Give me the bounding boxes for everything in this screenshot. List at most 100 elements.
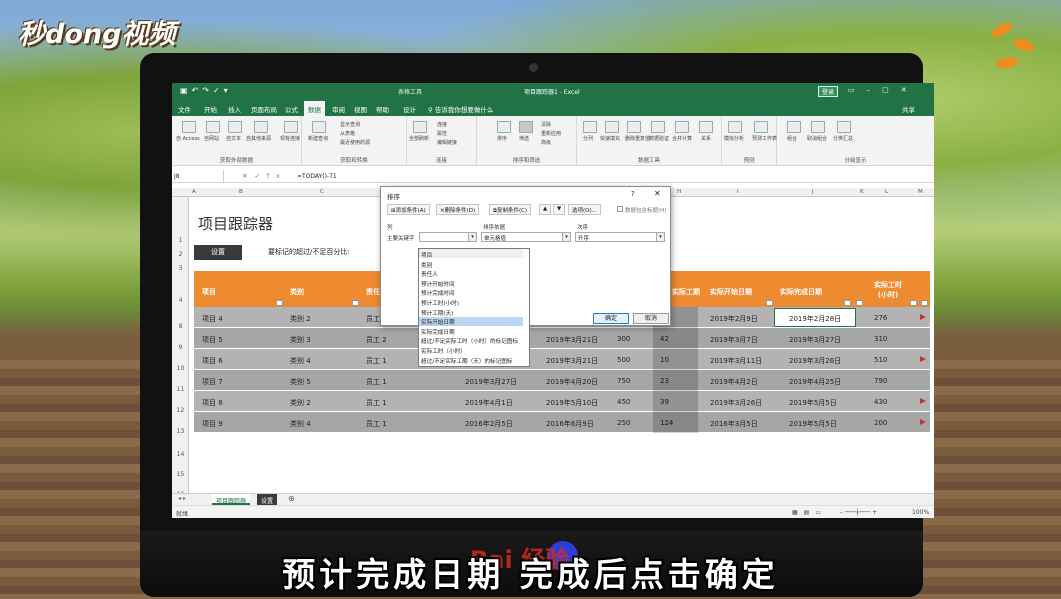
move-down-icon[interactable]: ▼: [553, 204, 566, 215]
cell-pend[interactable]: 2019年3月21日: [546, 356, 598, 366]
dropdown-option[interactable]: 预计工时(小时): [419, 298, 523, 307]
col-header[interactable]: H: [677, 189, 681, 195]
col-header[interactable]: B: [239, 189, 243, 195]
col-header[interactable]: M: [918, 189, 923, 195]
access-icon[interactable]: [182, 121, 196, 133]
cell-aend[interactable]: 2019年2月28日: [789, 314, 841, 324]
table-row[interactable]: 项目 7 类别 5 员工 1 2019年3月27日 2019年4月20日 750 23 201…: [194, 370, 930, 391]
cell-pstart[interactable]: 2019年3月27日: [465, 377, 517, 387]
view-buttons[interactable]: ▦▤▭: [792, 509, 827, 516]
tab-file[interactable]: 文件: [178, 104, 191, 114]
subtotal-icon[interactable]: [837, 121, 851, 133]
cell-hours[interactable]: 250: [617, 419, 630, 427]
refresh-all-icon[interactable]: [413, 121, 427, 133]
close-icon[interactable]: ✕: [654, 189, 661, 198]
dropdown-option[interactable]: 实际开始日期: [419, 317, 523, 327]
cell-ahours[interactable]: 790: [874, 377, 887, 385]
formula-input[interactable]: =TODAY()-71: [297, 173, 337, 180]
cell-owner[interactable]: 员工 1: [366, 356, 387, 366]
what-if-icon[interactable]: [728, 121, 742, 133]
cell-aend[interactable]: 2019年5月5日: [789, 419, 837, 429]
remove-duplicates-icon[interactable]: [627, 121, 641, 133]
add-level-button[interactable]: ⊞添加条件(A): [387, 204, 430, 215]
order-select[interactable]: 升序 ▾: [575, 232, 665, 242]
share-button[interactable]: 共享: [902, 104, 915, 114]
col-header[interactable]: A: [192, 189, 196, 195]
table-row[interactable]: 项目 5类别 3员工 22019年3月1日2019年3月21日300422019…: [194, 328, 930, 349]
cancel-button[interactable]: 取消: [633, 313, 669, 324]
cell-project[interactable]: 项目 4: [202, 314, 223, 324]
column-select[interactable]: ▾: [419, 232, 477, 242]
col-header[interactable]: J: [812, 189, 814, 195]
dropdown-option[interactable]: 预计完成时间: [419, 288, 523, 297]
cell-category[interactable]: 类别 4: [290, 419, 311, 429]
from-table-button[interactable]: 从表格: [340, 130, 355, 137]
cell-category[interactable]: 类别 4: [290, 356, 311, 366]
table-row[interactable]: 项目 6类别 4员工 12019年3月1日2019年3月21日500102019…: [194, 349, 930, 370]
help-icon[interactable]: ?: [631, 190, 635, 198]
zoom-level[interactable]: 100%: [912, 509, 929, 516]
cell-project[interactable]: 项目 9: [202, 419, 223, 429]
text-to-columns-icon[interactable]: [583, 121, 597, 133]
sort-on-select[interactable]: 单元格值 ▾: [481, 232, 571, 242]
table-row[interactable]: 项目 9 类别 4 员工 1 2016年2月5日 2016年6月9日 250 124 2016…: [194, 412, 930, 433]
properties-button[interactable]: 属性: [437, 130, 447, 137]
cell-astart[interactable]: 2019年3月7日: [710, 335, 758, 345]
filter-dropdown-icon[interactable]: [910, 300, 917, 306]
filter-dropdown-icon[interactable]: [921, 300, 928, 306]
tab-formulas[interactable]: 公式: [285, 104, 298, 114]
sheet-tab-tracker[interactable]: 项目跟踪器: [212, 494, 251, 505]
ok-button[interactable]: 确定: [593, 313, 629, 324]
cell-category[interactable]: 类别 3: [290, 335, 311, 345]
cell-category[interactable]: 类别 5: [290, 377, 311, 387]
sheet-tab-settings[interactable]: 设置: [257, 494, 278, 505]
row-header[interactable]: 8: [172, 323, 189, 330]
cell-astart[interactable]: 2016年3月5日: [710, 419, 758, 429]
cell-hours[interactable]: 450: [617, 398, 630, 406]
cell-project[interactable]: 项目 7: [202, 377, 223, 387]
clear-button[interactable]: 清除: [541, 121, 551, 128]
cell-project[interactable]: 项目 6: [202, 356, 223, 366]
window-controls[interactable]: ▭–▢✕: [848, 86, 919, 94]
cell-project[interactable]: 项目 5: [202, 335, 223, 345]
add-sheet-icon[interactable]: ⊕: [288, 494, 295, 503]
group-icon[interactable]: [787, 121, 801, 133]
table-row[interactable]: 项目 8 类别 2 员工 1 2019年4月1日 2019年5月10日 450 39 2019…: [194, 391, 930, 412]
cell-owner[interactable]: 员工 1: [366, 419, 387, 429]
formula-bar-buttons[interactable]: ✕✓fx: [242, 172, 287, 180]
cell-owner[interactable]: 员工 1: [366, 377, 387, 387]
dropdown-option[interactable]: 预计工期(天): [419, 308, 523, 317]
cell-pend[interactable]: 2019年4月20日: [546, 377, 598, 387]
cell-hours[interactable]: 500: [617, 356, 630, 364]
filter-dropdown-icon[interactable]: [856, 300, 863, 306]
tab-view[interactable]: 视图: [354, 104, 367, 114]
move-up-icon[interactable]: ▲: [539, 204, 552, 215]
col-header[interactable]: I: [737, 189, 739, 195]
dropdown-option[interactable]: 预计开始时间: [419, 279, 523, 288]
copy-level-button[interactable]: ⧉复制条件(C): [489, 204, 532, 215]
row-header[interactable]: 11: [172, 386, 189, 393]
cell-aend[interactable]: 2019年3月27日: [789, 335, 841, 345]
headers-checkbox[interactable]: [617, 206, 623, 212]
tab-data[interactable]: 数据: [304, 101, 325, 117]
cell-project[interactable]: 项目 8: [202, 398, 223, 408]
cell-category[interactable]: 类别 2: [290, 314, 311, 324]
sort-icon[interactable]: [497, 121, 511, 133]
reapply-button[interactable]: 重新应用: [541, 130, 561, 137]
row-header[interactable]: 3: [172, 265, 189, 272]
dropdown-option[interactable]: 项目: [419, 250, 523, 259]
row-header[interactable]: 2: [172, 251, 189, 258]
quick-access-toolbar[interactable]: ▣↶↷✓▾: [180, 86, 232, 95]
cell-ahours[interactable]: 310: [874, 335, 887, 343]
settings-button[interactable]: 设置: [194, 245, 242, 260]
filter-dropdown-icon[interactable]: [276, 300, 283, 306]
cell-ahours[interactable]: 510: [874, 356, 887, 364]
other-sources-icon[interactable]: [254, 121, 268, 133]
cell-hours[interactable]: 300: [617, 335, 630, 343]
web-icon[interactable]: [206, 121, 220, 133]
dropdown-option[interactable]: 实际完成日期: [419, 327, 523, 336]
filter-dropdown-icon[interactable]: [352, 300, 359, 306]
dropdown-option[interactable]: 类别: [419, 260, 523, 269]
tab-design[interactable]: 设计: [403, 104, 416, 114]
cell-owner[interactable]: 员工 2: [366, 335, 387, 345]
